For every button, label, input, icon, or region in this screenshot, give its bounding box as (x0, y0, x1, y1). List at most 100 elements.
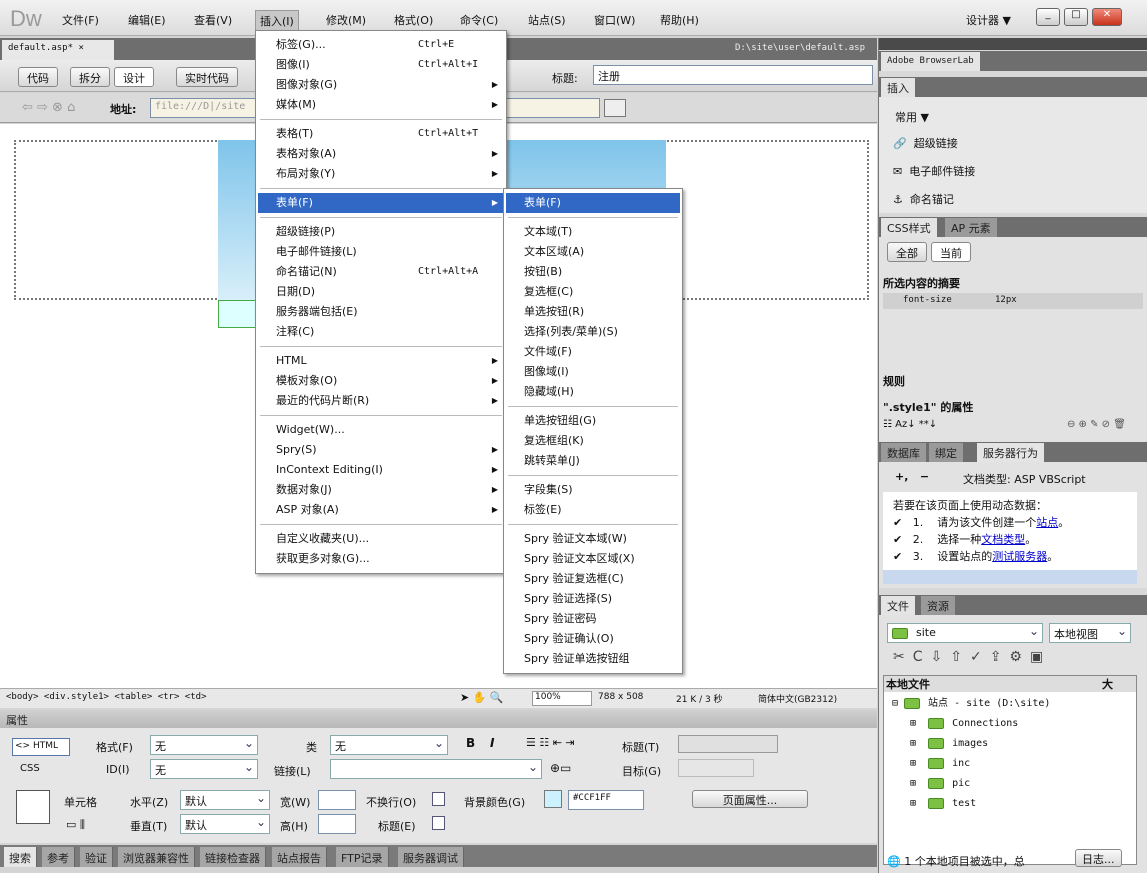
css-action-icons[interactable]: ⊖ ⊕ ✎ ⊘ 🗑 (1067, 419, 1126, 430)
expand-icon[interactable]: ⊞ (910, 718, 916, 729)
page-title-input[interactable]: 注册 (593, 65, 873, 85)
menu-item[interactable]: 自定义收藏夹(U)... (258, 529, 504, 549)
menu-item[interactable]: 文本区域(A) (506, 242, 680, 262)
menu-window[interactable]: 窗口(W) (590, 10, 639, 30)
menu-item[interactable]: 图像(I) Ctrl+Alt+I (258, 55, 504, 75)
browser-preview-icon[interactable] (604, 99, 626, 117)
format-select[interactable]: 无 (150, 735, 258, 755)
point-to-file-icon[interactable]: ⊕▭ (550, 761, 571, 775)
results-tab[interactable]: 参考 (42, 847, 75, 867)
menu-item[interactable]: Widget(W)... (258, 420, 504, 440)
tab-files[interactable]: 文件 (881, 596, 915, 615)
menu-item[interactable]: 跳转菜单(J) (506, 451, 680, 471)
menu-item[interactable]: 按钮(B) (506, 262, 680, 282)
tab-bindings[interactable]: 绑定 (929, 443, 963, 462)
tab-default-asp[interactable]: default.asp* × (2, 40, 114, 60)
menu-item[interactable]: 文本域(T) (506, 222, 680, 242)
table-cell[interactable] (218, 300, 258, 328)
menu-item[interactable]: Spry 验证选择(S) (506, 589, 680, 609)
maximize-button[interactable]: □ (1064, 8, 1088, 26)
menu-item[interactable]: Spry 验证单选按钮组 (506, 649, 680, 669)
class-select[interactable]: 无 (330, 735, 448, 755)
menu-item[interactable]: Spry 验证文本区域(X) (506, 549, 680, 569)
expand-icon[interactable]: ⊞ (910, 778, 916, 789)
expand-icon[interactable]: ⊞ (910, 798, 916, 809)
folder-item[interactable]: ⊞ images (910, 734, 988, 754)
insert-category-select[interactable]: 常用 ▼ (895, 109, 929, 125)
menu-item[interactable]: 单选按钮组(G) (506, 411, 680, 431)
css-current-button[interactable]: 当前 (931, 242, 971, 262)
properties-header[interactable]: 属性 (0, 710, 877, 728)
window-size[interactable]: 788 x 508 (598, 692, 643, 702)
folder-item[interactable]: ⊞ inc (910, 754, 970, 774)
menu-item[interactable]: 图像对象(G) ▶ (258, 75, 504, 95)
menu-item[interactable]: Spry 验证确认(O) (506, 629, 680, 649)
menu-item[interactable]: 注释(C) (258, 322, 504, 342)
tab-css-styles[interactable]: CSS样式 (881, 218, 937, 237)
step-link[interactable]: 文档类型 (981, 533, 1025, 546)
menu-item[interactable]: 模板对象(O) ▶ (258, 371, 504, 391)
menu-help[interactable]: 帮助(H) (656, 10, 703, 30)
menu-item[interactable]: 电子邮件链接(L) (258, 242, 504, 262)
results-tab[interactable]: 验证 (80, 847, 113, 867)
horz-select[interactable]: 默认 (180, 790, 270, 810)
vert-select[interactable]: 默认 (180, 814, 270, 834)
live-code-button[interactable]: 实时代码 (176, 67, 238, 87)
height-input[interactable] (318, 814, 356, 834)
step-link[interactable]: 站点 (1036, 516, 1058, 529)
menu-modify[interactable]: 修改(M) (322, 10, 370, 30)
folder-item[interactable]: ⊞ pic (910, 774, 970, 794)
menu-item[interactable]: 文件域(F) (506, 342, 680, 362)
html-mode-button[interactable]: <> HTML (12, 738, 70, 756)
list-indent-icons[interactable]: ☰ ☷ ⇤ ⇥ (526, 736, 575, 749)
menu-site[interactable]: 站点(S) (524, 10, 570, 30)
menu-view[interactable]: 查看(V) (190, 10, 236, 30)
menu-file[interactable]: 文件(F) (58, 10, 103, 30)
bold-button[interactable]: B (466, 736, 475, 750)
split-view-button[interactable]: 拆分 (70, 67, 110, 87)
menu-item[interactable]: HTML ▶ (258, 351, 504, 371)
menu-item[interactable]: 标签(G)... Ctrl+E (258, 35, 504, 55)
menu-item[interactable]: 最近的代码片断(R) ▶ (258, 391, 504, 411)
menu-item[interactable]: 字段集(S) (506, 480, 680, 500)
menu-item[interactable]: 命名锚记(N) Ctrl+Alt+A (258, 262, 504, 282)
files-toolbar-icons[interactable]: ✂C⇩⇧✓⇪⚙▣ (893, 649, 1051, 665)
expand-icon[interactable]: ⊞ (910, 738, 916, 749)
menu-item[interactable]: Spry 验证复选框(C) (506, 569, 680, 589)
menu-item[interactable]: 隐藏域(H) (506, 382, 680, 402)
horizontal-scrollbar[interactable] (883, 570, 1137, 584)
folder-item[interactable]: ⊞ test (910, 794, 976, 814)
menu-format[interactable]: 格式(O) (390, 10, 437, 30)
menu-item[interactable]: InContext Editing(I) ▶ (258, 460, 504, 480)
id-select[interactable]: 无 (150, 759, 258, 779)
menu-item[interactable]: 表格对象(A) ▶ (258, 144, 504, 164)
workspace-switcher[interactable]: 设计器 ▼ (962, 10, 1015, 30)
tab-insert[interactable]: 插入 (881, 78, 915, 97)
menu-item[interactable]: 表格(T) Ctrl+Alt+T (258, 124, 504, 144)
menu-item[interactable]: 复选框组(K) (506, 431, 680, 451)
menu-item[interactable]: 表单(F) (506, 193, 680, 213)
expand-icon[interactable]: ⊞ (910, 758, 916, 769)
log-button[interactable]: 日志... (1075, 849, 1122, 867)
code-view-button[interactable]: 代码 (18, 67, 58, 87)
tab-assets[interactable]: 资源 (921, 596, 955, 615)
menu-item[interactable]: 表单(F) ▶ (258, 193, 504, 213)
nav-buttons-icon[interactable]: ⇦ ⇨ ⊗ ⌂ (22, 100, 75, 115)
site-select[interactable]: site (887, 623, 1043, 643)
insert-item-email[interactable]: ✉ 电子邮件链接 (893, 163, 975, 179)
minimize-button[interactable]: _ (1036, 8, 1060, 26)
results-tab[interactable]: FTP记录 (336, 847, 389, 867)
folder-item[interactable]: ⊞ Connections (910, 714, 1018, 734)
step-link[interactable]: 测试服务器 (992, 550, 1047, 563)
menu-edit[interactable]: 编辑(E) (124, 10, 170, 30)
design-view-button[interactable]: 设计 (114, 67, 154, 87)
tab-databases[interactable]: 数据库 (881, 443, 926, 462)
width-input[interactable] (318, 790, 356, 810)
menu-item[interactable]: 获取更多对象(G)... (258, 549, 504, 569)
italic-button[interactable]: I (490, 736, 494, 750)
tab-browserlab[interactable]: Adobe BrowserLab (881, 52, 980, 71)
menu-item[interactable]: 媒体(M) ▶ (258, 95, 504, 115)
tag-selector[interactable]: <body> <div.style1> <table> <tr> <td> (6, 692, 206, 702)
menu-item[interactable]: 单选按钮(R) (506, 302, 680, 322)
menu-item[interactable]: 数据对象(J) ▶ (258, 480, 504, 500)
